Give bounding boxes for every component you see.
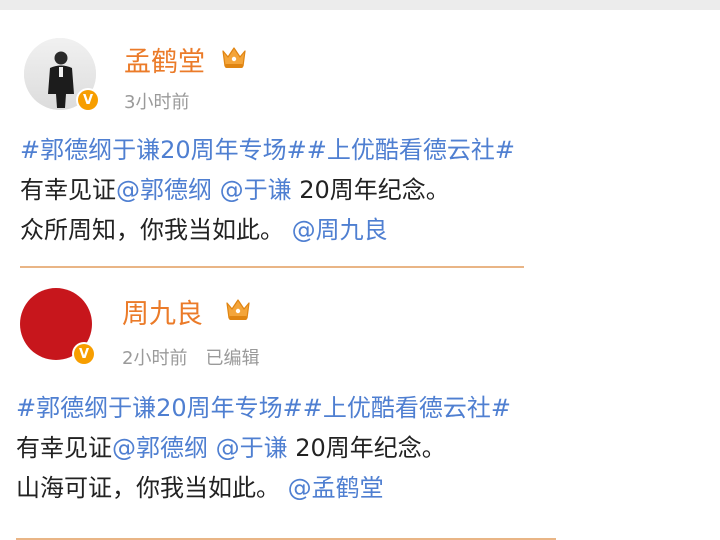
mention-link[interactable]: @孟鹤堂 — [288, 474, 384, 502]
mention-link[interactable]: @于谦 — [216, 434, 288, 462]
username[interactable]: 孟鹤堂 — [124, 40, 205, 79]
mention-link[interactable]: @于谦 — [220, 176, 292, 204]
body-text: 20周年纪念。 — [287, 434, 446, 462]
body-line: 有幸见证@郭德纲 @于谦 20周年纪念。 — [16, 428, 716, 468]
post-time: 2小时前 — [122, 348, 188, 369]
username[interactable]: 周九良 — [122, 292, 203, 331]
vip-crown-icon — [222, 47, 246, 68]
vip-crown-icon — [226, 299, 250, 320]
mention-link[interactable]: @郭德纲 — [116, 176, 212, 204]
post-meta: 2小时前 已编辑 — [122, 344, 259, 370]
mention-link[interactable]: @周九良 — [292, 216, 388, 244]
verified-mark: V — [78, 90, 98, 110]
verified-mark: V — [74, 344, 94, 364]
hashtag-line: #郭德纲于谦20周年专场##上优酷看德云社# — [20, 130, 720, 170]
body-text: 有幸见证 — [20, 176, 116, 204]
person-silhouette-icon — [48, 51, 74, 108]
post-body: #郭德纲于谦20周年专场##上优酷看德云社# 有幸见证@郭德纲 @于谦 20周年… — [20, 130, 720, 250]
post-meta: 3小时前 — [124, 88, 189, 114]
hashtag-link[interactable]: #郭德纲于谦20周年专场##上优酷看德云社# — [20, 136, 515, 164]
post-body: #郭德纲于谦20周年专场##上优酷看德云社# 有幸见证@郭德纲 @于谦 20周年… — [16, 388, 716, 508]
hashtag-link[interactable]: #郭德纲于谦20周年专场##上优酷看德云社# — [16, 394, 511, 422]
body-line: 众所周知，你我当如此。 @周九良 — [20, 210, 720, 250]
hashtag-line: #郭德纲于谦20周年专场##上优酷看德云社# — [16, 388, 716, 428]
body-line: 有幸见证@郭德纲 @于谦 20周年纪念。 — [20, 170, 720, 210]
divider — [20, 266, 524, 268]
verified-badge-icon: V — [76, 88, 100, 112]
top-status-bar — [0, 0, 720, 10]
body-text: 20周年纪念。 — [291, 176, 450, 204]
post-time: 3小时前 — [124, 92, 190, 113]
verified-badge-icon: V — [72, 342, 96, 366]
edited-label[interactable]: 已编辑 — [205, 348, 259, 369]
body-text: 山海可证，你我当如此。 — [16, 474, 280, 502]
body-line: 山海可证，你我当如此。 @孟鹤堂 — [16, 468, 716, 508]
body-text: 有幸见证 — [16, 434, 112, 462]
body-text: 众所周知，你我当如此。 — [20, 216, 284, 244]
mention-link[interactable]: @郭德纲 — [112, 434, 208, 462]
